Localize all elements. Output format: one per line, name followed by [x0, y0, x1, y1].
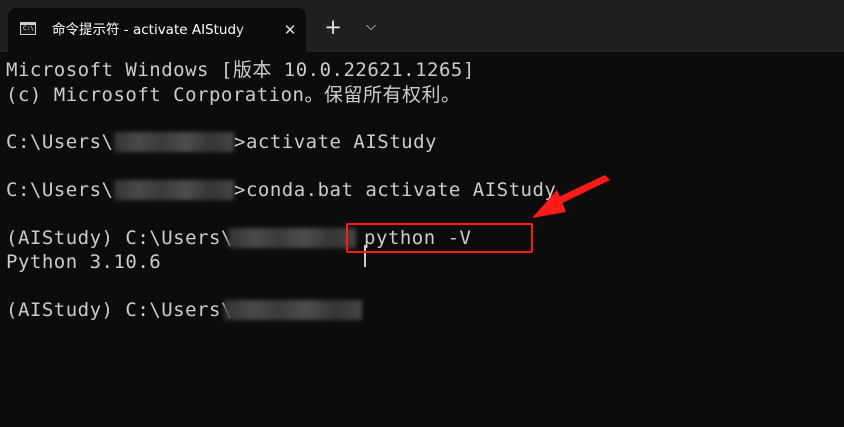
annotation-arrow-icon [532, 175, 610, 218]
arrow-head [532, 190, 566, 218]
